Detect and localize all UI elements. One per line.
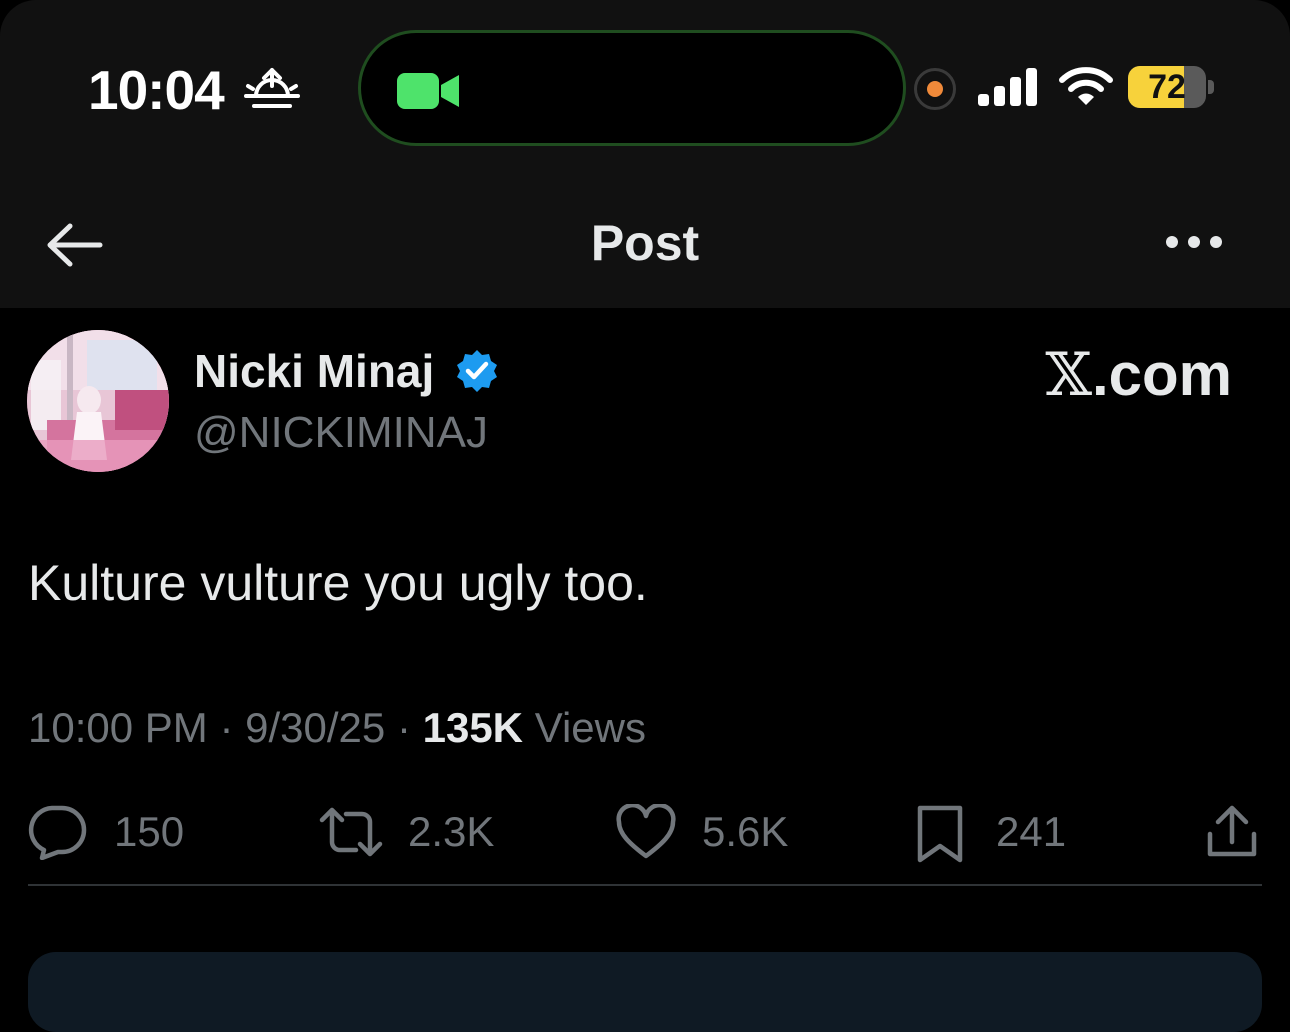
sunrise-icon bbox=[244, 68, 300, 108]
watermark-domain: .com bbox=[1091, 341, 1232, 408]
reply-composer-card[interactable] bbox=[28, 952, 1262, 1032]
dynamic-island[interactable] bbox=[358, 30, 906, 146]
battery-icon: 72 bbox=[1128, 66, 1218, 110]
post-meta: 10:00 PM · 9/30/25 · 135K Views bbox=[28, 704, 646, 752]
wifi-icon bbox=[1059, 67, 1113, 105]
reply-icon bbox=[28, 805, 87, 860]
post-date[interactable]: 9/30/25 bbox=[245, 704, 385, 751]
repost-icon bbox=[319, 807, 383, 857]
author-name[interactable]: Nicki Minaj bbox=[194, 344, 434, 398]
repost-count: 2.3K bbox=[408, 808, 495, 855]
meta-separator: · bbox=[396, 704, 411, 751]
battery-level: 72 bbox=[1148, 68, 1186, 106]
avatar[interactable] bbox=[27, 330, 169, 472]
reply-count: 150 bbox=[114, 808, 185, 855]
x-logo: 𝕏 bbox=[1045, 340, 1092, 410]
views-label: Views bbox=[534, 704, 646, 751]
verified-badge-icon[interactable] bbox=[454, 348, 500, 394]
bookmark-count: 241 bbox=[996, 808, 1067, 855]
x-com-watermark: 𝕏.com bbox=[1045, 340, 1232, 410]
bookmark-button[interactable]: 241 bbox=[914, 800, 1114, 864]
like-button[interactable]: 5.6K bbox=[616, 800, 816, 864]
repost-button[interactable]: 2.3K bbox=[318, 800, 518, 864]
bookmark-icon bbox=[917, 805, 963, 863]
meta-separator: · bbox=[219, 704, 234, 751]
post-header: Post bbox=[0, 180, 1290, 308]
like-count: 5.6K bbox=[702, 808, 789, 855]
cellular-signal-icon bbox=[978, 68, 1037, 106]
recording-indicator-icon bbox=[914, 68, 956, 110]
post-time[interactable]: 10:00 PM bbox=[28, 704, 208, 751]
author-handle[interactable]: @NICKIMINAJ bbox=[194, 408, 488, 458]
share-icon bbox=[1207, 805, 1257, 857]
post-text: Kulture vulture you ugly too. bbox=[28, 555, 648, 611]
share-button[interactable] bbox=[1204, 800, 1264, 864]
status-bar: 10:04 72 bbox=[0, 0, 1290, 180]
more-options-icon[interactable] bbox=[1164, 232, 1224, 252]
views-count: 135K bbox=[422, 704, 524, 751]
reply-button[interactable]: 150 bbox=[28, 800, 228, 864]
like-icon bbox=[616, 804, 676, 859]
status-time: 10:04 bbox=[88, 59, 225, 121]
page-title: Post bbox=[590, 215, 700, 271]
divider bbox=[28, 884, 1262, 886]
facetime-camera-icon bbox=[397, 73, 459, 109]
